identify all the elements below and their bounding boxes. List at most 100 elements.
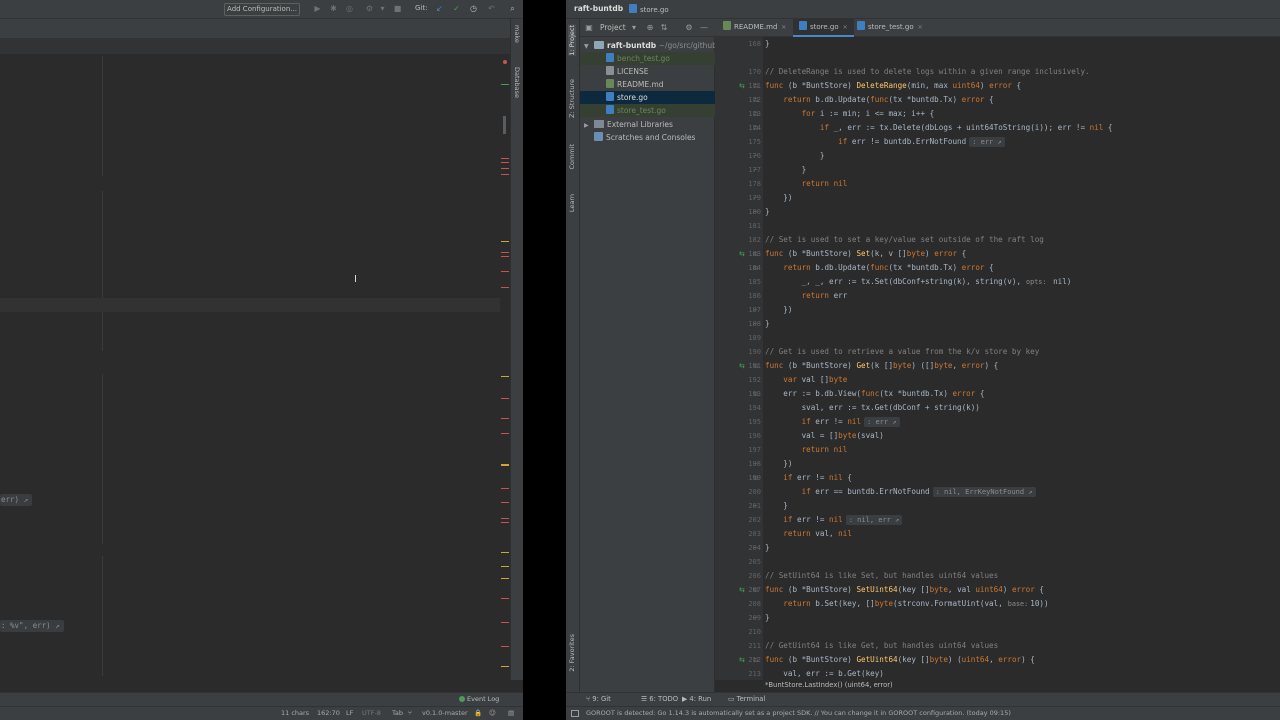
tree-item-file[interactable]: README.md [606, 78, 664, 91]
fold-end-icon[interactable]: ⌐ [753, 321, 758, 328]
implements-icon[interactable]: ⇆ [739, 363, 746, 370]
line-separator[interactable]: LF [346, 709, 353, 717]
code-line[interactable]: } [765, 501, 788, 510]
code-line[interactable]: }) [765, 193, 792, 202]
implements-icon[interactable]: ⇆ [739, 587, 746, 594]
code-line[interactable]: } [765, 319, 770, 328]
implements-icon[interactable]: ⇆ [739, 657, 746, 664]
gear-icon[interactable]: ⚙ [684, 22, 694, 33]
code-line[interactable]: if err == buntdb.ErrNotFound: nil, ErrKe… [765, 487, 1036, 497]
code-line[interactable]: } [765, 613, 770, 622]
locate-icon[interactable]: ⊕ [645, 22, 655, 33]
fold-end-icon[interactable]: ⌐ [753, 615, 758, 622]
git-update-icon[interactable]: ↙ [434, 3, 445, 15]
chevron-down-icon[interactable]: ▾ [629, 22, 639, 33]
code-line[interactable]: return b.Set(key, []byte(strconv.FormatU… [765, 599, 1048, 608]
error-stripe[interactable] [500, 56, 510, 680]
tree-item-scratches[interactable]: Scratches and Consoles [594, 131, 695, 144]
code-line[interactable]: // GetUint64 is like Get, but handles ui… [765, 641, 998, 650]
code-line[interactable]: _, _, err := tx.Set(dbConf+string(k), st… [765, 277, 1072, 286]
todo-tool-button[interactable]: ☰ 6: TODO [641, 695, 678, 703]
run-tool-button[interactable]: ▶ 4: Run [682, 695, 711, 703]
git-branch[interactable]: v0.1.0-master [422, 709, 468, 717]
terminal-tool-button[interactable]: ▭ Terminal [728, 695, 765, 703]
memory-icon[interactable]: ▤ [508, 709, 514, 717]
tool-window-structure[interactable]: Z: Structure [568, 79, 576, 118]
fold-end-icon[interactable]: ⌐ [753, 167, 758, 174]
git-commit-icon[interactable]: ✓ [451, 3, 462, 15]
code-line[interactable]: return val, nil [765, 529, 852, 538]
breadcrumb-project[interactable]: raft-buntdb [574, 4, 623, 13]
code-line[interactable]: func (b *BuntStore) Set(k, v []byte) err… [765, 249, 966, 258]
git-tool-button[interactable]: ⑂ 9: Git [586, 695, 611, 703]
code-line[interactable]: func (b *BuntStore) SetUint64(key []byte… [765, 585, 1044, 594]
code-line[interactable]: return nil [765, 179, 848, 188]
code-line[interactable]: if err != nil { [765, 473, 852, 482]
code-line[interactable]: sval, err := tx.Get(dbConf + string(k)) [765, 403, 980, 412]
event-log-button[interactable]: Event Log [459, 695, 499, 703]
fold-end-icon[interactable]: ⌐ [753, 195, 758, 202]
fold-open-icon[interactable]: ⊟ [753, 363, 758, 370]
lock-icon[interactable]: 🔒 [474, 709, 482, 717]
coverage-icon[interactable]: ◎ [344, 3, 355, 15]
implements-icon[interactable]: ⇆ [739, 83, 746, 90]
code-line[interactable]: return b.db.Update(func(tx *buntdb.Tx) e… [765, 95, 993, 104]
status-toggle-icon[interactable] [571, 710, 579, 717]
code-line[interactable]: return err [765, 291, 848, 300]
project-view-selector[interactable]: Project [600, 23, 626, 32]
stop-icon[interactable]: ■ [392, 3, 403, 15]
fold-end-icon[interactable]: ⌐ [753, 153, 758, 160]
debug-icon[interactable]: ✱ [328, 3, 339, 15]
code-line[interactable]: // Get is used to retrieve a value from … [765, 347, 1039, 356]
fold-open-icon[interactable]: ⊟ [753, 587, 758, 594]
code-line[interactable]: return b.db.Update(func(tx *buntdb.Tx) e… [765, 263, 993, 272]
tree-item-file-selected[interactable]: store.go [606, 91, 648, 104]
inspector-icon[interactable]: ☺ [489, 709, 496, 717]
fold-open-icon[interactable]: ⊟ [753, 97, 758, 104]
left-code-editor[interactable]: err) ↗ : %v", err) ↗ I [0, 56, 500, 680]
tab-readme[interactable]: README.md ✕ [717, 19, 792, 37]
code-line[interactable]: } [765, 165, 807, 174]
git-history-icon[interactable]: ◷ [468, 3, 479, 15]
code-line[interactable]: }) [765, 459, 792, 468]
code-line[interactable]: if _, err := tx.Delete(dbLogs + uint64To… [765, 123, 1113, 132]
code-line[interactable]: if err != buntdb.ErrNotFound: err ↗ [765, 137, 1005, 147]
tree-item-root[interactable]: ▼ raft-buntdb ~/go/src/github [584, 39, 717, 52]
indent-setting[interactable]: Tab [392, 709, 403, 717]
code-line[interactable]: // DeleteRange is used to delete logs wi… [765, 67, 1090, 76]
code-line[interactable]: if err != nil: err ↗ [765, 417, 900, 427]
tool-window-project[interactable]: 1: Project [568, 25, 576, 56]
search-icon[interactable]: ⌕ [507, 3, 518, 15]
tool-window-database[interactable]: Database [513, 67, 521, 98]
fold-open-icon[interactable]: ⊟ [753, 125, 758, 132]
git-rollback-icon[interactable]: ↶ [486, 3, 497, 15]
code-line[interactable]: func (b *BuntStore) Get(k []byte) ([]byt… [765, 361, 998, 370]
caret-position[interactable]: 162:70 [317, 709, 340, 717]
code-editor[interactable]: 168 170 171 ⇆ ⊟ 172 ⊟ 173 ⊟ 174 ⊟ 175 176 ⌐ 177 ⌐ 178 179… [715, 37, 1280, 680]
code-line[interactable]: val, err := b.Get(key) [765, 669, 884, 678]
fold-open-icon[interactable]: ⊟ [753, 251, 758, 258]
profile-icon[interactable]: ⚙ [364, 3, 375, 15]
tab-store-test-go[interactable]: store_test.go ✕ [851, 19, 929, 37]
chevron-down-icon[interactable]: ▾ [377, 3, 388, 15]
code-line[interactable]: } [765, 151, 825, 160]
code-line[interactable]: func (b *BuntStore) DeleteRange(min, max… [765, 81, 1021, 90]
fold-end-icon[interactable]: ⌐ [753, 503, 758, 510]
file-encoding[interactable]: UTF-8 [362, 709, 381, 717]
code-line[interactable]: } [765, 207, 770, 216]
fold-end-icon[interactable]: ⌐ [753, 545, 758, 552]
fold-open-icon[interactable]: ⊟ [753, 475, 758, 482]
scroll-thumb[interactable] [503, 116, 506, 134]
code-line[interactable]: val = []byte(sval) [765, 431, 884, 440]
fold-end-icon[interactable]: ⌐ [753, 209, 758, 216]
tree-item-file[interactable]: store_test.go [606, 104, 666, 117]
fold-open-icon[interactable]: ⊟ [753, 391, 758, 398]
fold-end-icon[interactable]: ⌐ [753, 307, 758, 314]
fold-open-icon[interactable]: ⊟ [753, 111, 758, 118]
code-line[interactable]: } [765, 543, 770, 552]
code-line[interactable]: // SetUint64 is like Set, but handles ui… [765, 571, 998, 580]
tool-window-commit[interactable]: Commit [568, 144, 576, 170]
fold-open-icon[interactable]: ⊟ [753, 265, 758, 272]
code-line[interactable]: }) [765, 305, 792, 314]
implements-icon[interactable]: ⇆ [739, 251, 746, 258]
